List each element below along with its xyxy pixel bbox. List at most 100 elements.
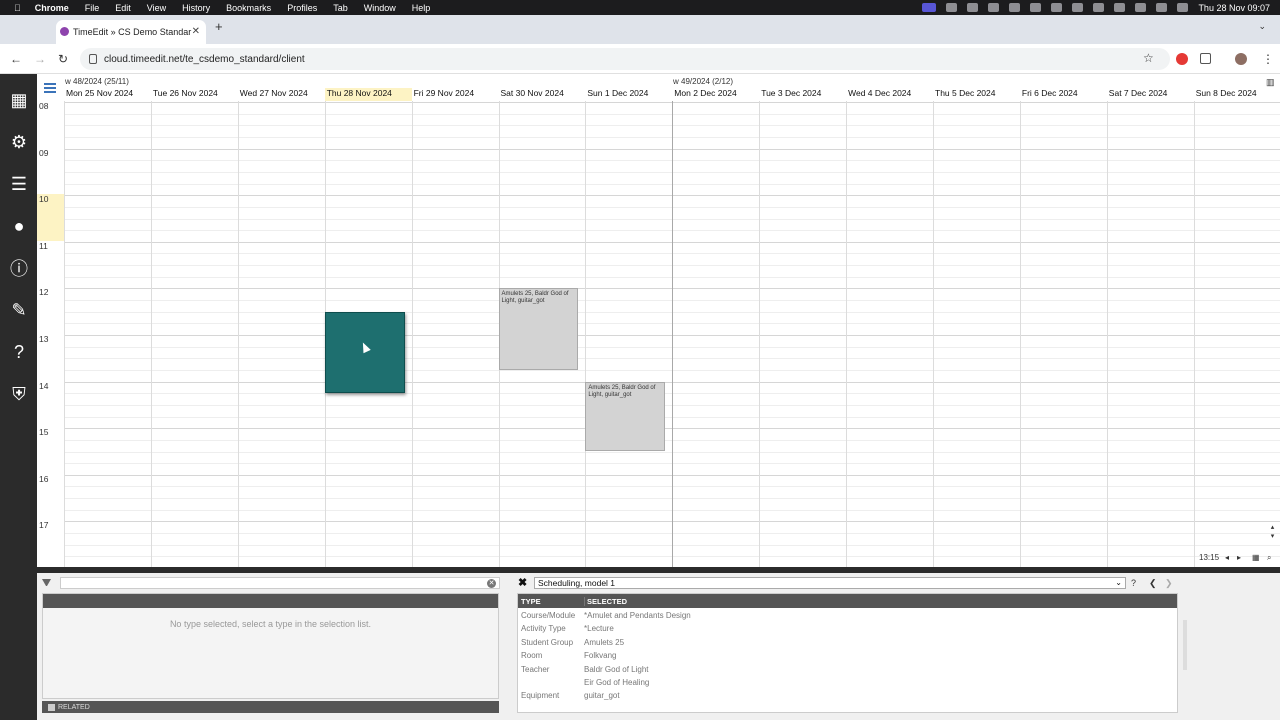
help-icon[interactable]: ? [7,340,31,364]
day-column-divider [585,101,587,567]
menu-bookmarks[interactable]: Bookmarks [226,3,271,13]
menu-profiles[interactable]: Profiles [287,3,317,13]
time-readout[interactable]: 13:15 [1199,553,1219,562]
profile-avatar[interactable] [1235,53,1247,65]
day-header[interactable]: Tue 26 Nov 2024 [151,88,238,101]
menubar-clock[interactable]: Thu 28 Nov 09:07 [1198,3,1270,13]
detail-row[interactable]: Room Folkvang [518,648,1177,661]
calendar-menu-icon[interactable] [44,83,56,93]
detail-value: *Lecture [584,624,614,634]
detail-row[interactable]: Course/Module *Amulet and Pendants Design [518,608,1177,621]
detail-row[interactable]: Equipment guitar_got [518,688,1177,701]
day-header[interactable]: Sat 30 Nov 2024 [499,88,586,101]
info-icon[interactable]: ⓘ [7,256,31,280]
control-center-icon[interactable] [1177,3,1189,12]
chevron-right-icon[interactable]: ❯ [1165,577,1173,589]
reservation-block[interactable]: Amulets 25, Baldr God of Light, guitar_g… [498,288,579,370]
browser-tab[interactable]: TimeEdit » CS Demo Standar ✕ [56,20,206,44]
prev-icon[interactable]: ◂ [1225,553,1229,562]
reservation-block[interactable]: Amulets 25, Baldr God of Light, guitar_g… [585,381,666,452]
browser-menu-icon[interactable]: ⋮ [1262,52,1274,66]
model-select[interactable]: Scheduling, model 1 ⌄ [534,577,1126,589]
bluetooth-icon[interactable] [1072,3,1084,12]
menu-view[interactable]: View [147,3,166,13]
details-scrollbar[interactable] [1183,620,1187,670]
gears-icon[interactable]: ⚙ [7,130,31,154]
bookmark-star-icon[interactable]: ☆ [1143,51,1154,65]
tab-search-icon[interactable]: ⌄ [1258,21,1266,32]
day-header[interactable]: Mon 2 Dec 2024 [672,88,759,101]
day-header[interactable]: Mon 25 Nov 2024 [64,88,151,101]
day-column-divider [1106,101,1108,567]
detail-row[interactable]: Teacher Baldr God of Light [518,662,1177,675]
app-menu[interactable]: Chrome [35,3,69,13]
battery-icon[interactable] [1114,3,1126,12]
close-tab-icon[interactable]: ✕ [192,26,200,37]
status-icon[interactable] [1030,3,1042,12]
status-icon[interactable] [1009,3,1021,12]
day-header[interactable]: Thu 28 Nov 2024 [324,88,412,101]
new-tab-icon[interactable]: + [215,19,223,34]
clear-filter-icon[interactable]: ✕ [487,579,496,588]
zoom-icon[interactable]: ⌕ [1267,553,1271,563]
close-icon[interactable]: ✖ [518,577,527,589]
day-header[interactable]: Wed 27 Nov 2024 [238,88,325,101]
day-header[interactable]: Sat 7 Dec 2024 [1107,88,1194,101]
admin-shield-icon[interactable]: ⛨ [7,382,31,406]
menu-edit[interactable]: Edit [115,3,131,13]
url-field[interactable]: cloud.timeedit.net/te_csdemo_standard/cl… [80,48,1170,70]
volume-icon[interactable] [1093,3,1105,12]
detail-row[interactable]: Activity Type *Lecture [518,621,1177,634]
vertical-scroll-arrows[interactable]: ▴ ▾ [1267,523,1278,545]
hour-label: 11 [39,240,48,251]
detail-row[interactable]: Student Group Amulets 25 [518,635,1177,648]
calendar-icon[interactable]: ▦ [7,88,31,112]
reload-icon[interactable]: ↻ [58,52,68,66]
status-icon[interactable] [946,3,958,12]
menu-help[interactable]: Help [412,3,431,13]
next-icon[interactable]: ▸ [1237,553,1241,562]
user-icon[interactable]: ● [7,214,31,238]
macos-menubar:  Chrome File Edit View History Bookmark… [0,0,1280,15]
chevron-left-icon[interactable]: ❮ [1149,577,1157,589]
edit-external-icon[interactable]: ✎ [7,298,31,322]
day-header[interactable]: Wed 4 Dec 2024 [846,88,933,101]
wifi-icon[interactable] [1135,3,1147,12]
related-checkbox[interactable] [48,703,55,711]
day-column-divider [759,101,761,567]
screen-share-icon[interactable] [922,3,937,12]
apple-icon[interactable]:  [14,3,21,13]
menu-tab[interactable]: Tab [333,3,348,13]
cloud-icon[interactable] [988,3,1000,12]
day-header[interactable]: Sun 1 Dec 2024 [585,88,672,101]
status-icon[interactable] [1051,3,1063,12]
day-header[interactable]: Sun 8 Dec 2024 [1194,88,1280,101]
day-header[interactable]: Fri 6 Dec 2024 [1020,88,1107,101]
chart-options-icon[interactable]: ▥ [1266,77,1275,88]
address-bar-row: ← → ↻ cloud.timeedit.net/te_csdemo_stand… [0,44,1280,74]
filter-input[interactable]: ✕ [60,577,500,589]
help-icon[interactable]: ? [1131,577,1136,589]
day-column-divider [237,101,239,567]
empty-message: No type selected, select a type in the s… [169,619,372,629]
list-icon[interactable]: ☰ [7,172,31,196]
extension-icon[interactable] [1176,53,1188,65]
extensions-puzzle-icon[interactable] [1200,53,1211,64]
filter-icon[interactable] [42,579,51,588]
date-picker-icon[interactable]: ▦ [1252,553,1260,562]
search-icon[interactable] [1156,3,1168,12]
forward-icon[interactable]: → [34,52,46,66]
menu-window[interactable]: Window [364,3,396,13]
back-icon[interactable]: ← [10,52,22,66]
related-toggle[interactable]: RELATED [42,701,499,713]
day-header[interactable]: Fri 29 Nov 2024 [412,88,499,101]
day-header[interactable]: Tue 3 Dec 2024 [759,88,846,101]
detail-row[interactable]: Eir God of Healing [518,675,1177,688]
menu-history[interactable]: History [182,3,210,13]
site-info-icon[interactable] [89,54,97,64]
day-header[interactable]: Thu 5 Dec 2024 [933,88,1020,101]
calendar-grid[interactable]: 08 09 10 11 12 13 14 15 16 17 Amulets 25, Baldr Go… [37,101,1280,567]
status-icon[interactable] [967,3,979,12]
detail-value: Eir God of Healing [584,677,650,687]
menu-file[interactable]: File [85,3,100,13]
